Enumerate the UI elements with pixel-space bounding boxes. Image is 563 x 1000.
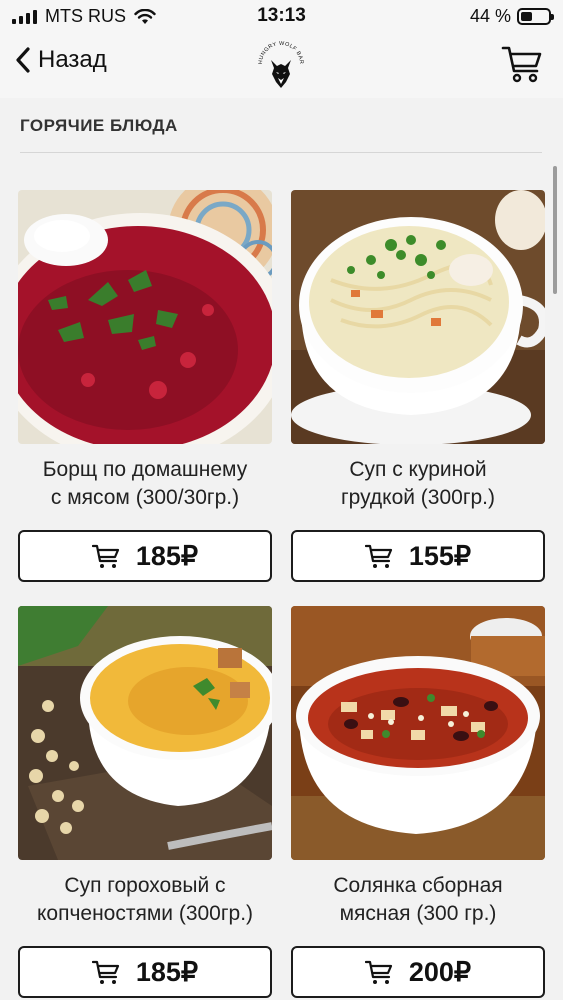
pea-soup-image[interactable] — [18, 606, 272, 860]
product-name-line2: мясная (300 гр.) — [339, 902, 497, 925]
product-card[interactable]: Борщ по домашнему с мясом (300/30гр.) 18… — [18, 190, 272, 582]
status-bar: MTS RUS 13:13 44 % — [0, 0, 563, 32]
product-price: 155₽ — [408, 540, 472, 571]
product-card[interactable]: Суп гороховый с копченостями (300гр.) 18… — [18, 606, 272, 998]
section-divider — [20, 152, 542, 153]
product-price: 185₽ — [135, 540, 199, 571]
product-name: Суп гороховый с копченостями (300гр.) — [18, 872, 272, 928]
product-price: 185₽ — [135, 956, 199, 987]
battery-icon — [517, 8, 554, 25]
back-label: Назад — [38, 46, 107, 73]
product-price: 200₽ — [408, 956, 472, 987]
cart-icon — [364, 544, 392, 568]
status-right: 44 % — [469, 6, 554, 27]
product-name-line2: копченостями (300гр.) — [36, 902, 254, 925]
product-name: Борщ по домашнему с мясом (300/30гр.) — [18, 456, 272, 512]
product-card[interactable]: Суп с куриной грудкой (300гр.) 155₽ — [291, 190, 545, 582]
product-name-line2: с мясом (300/30гр.) — [50, 486, 240, 509]
chicken-soup-image[interactable] — [291, 190, 545, 444]
nav-bar: Назад HUNGRY WOLF BAR — [0, 32, 563, 98]
cart-icon[interactable] — [501, 44, 543, 84]
add-to-cart-button[interactable]: 200₽ — [291, 946, 545, 998]
wolf-logo-icon: HUNGRY WOLF BAR — [258, 41, 304, 88]
add-to-cart-button[interactable]: 185₽ — [18, 530, 272, 582]
product-name-line1: Суп гороховый с — [64, 874, 226, 897]
borscht-image[interactable] — [18, 190, 272, 444]
battery-level — [521, 12, 532, 21]
product-name-line1: Суп с куриной — [349, 458, 487, 481]
battery-percent: 44 % — [469, 6, 511, 26]
scrollbar[interactable] — [553, 166, 557, 294]
solyanka-image[interactable] — [291, 606, 545, 860]
cart-icon — [91, 544, 119, 568]
product-name-line2: грудкой (300гр.) — [340, 486, 496, 509]
product-name-line1: Борщ по домашнему — [42, 458, 248, 481]
chevron-left-icon — [16, 47, 30, 73]
add-to-cart-button[interactable]: 155₽ — [291, 530, 545, 582]
back-button[interactable]: Назад — [14, 46, 107, 74]
section-title: ГОРЯЧИЕ БЛЮДА — [20, 116, 178, 135]
cart-icon — [364, 960, 392, 984]
product-name: Солянка сборная мясная (300 гр.) — [291, 872, 545, 928]
product-card[interactable]: Солянка сборная мясная (300 гр.) 200₽ — [291, 606, 545, 998]
add-to-cart-button[interactable]: 185₽ — [18, 946, 272, 998]
svg-text:HUNGRY WOLF BAR: HUNGRY WOLF BAR — [258, 41, 304, 65]
product-name-line1: Солянка сборная — [333, 874, 503, 897]
content-area[interactable]: ГОРЯЧИЕ БЛЮДА Борщ по домашнему с мясом … — [0, 98, 563, 1000]
logo-text: HUNGRY WOLF BAR — [258, 41, 304, 65]
product-name: Суп с куриной грудкой (300гр.) — [291, 456, 545, 512]
cart-icon — [91, 960, 119, 984]
